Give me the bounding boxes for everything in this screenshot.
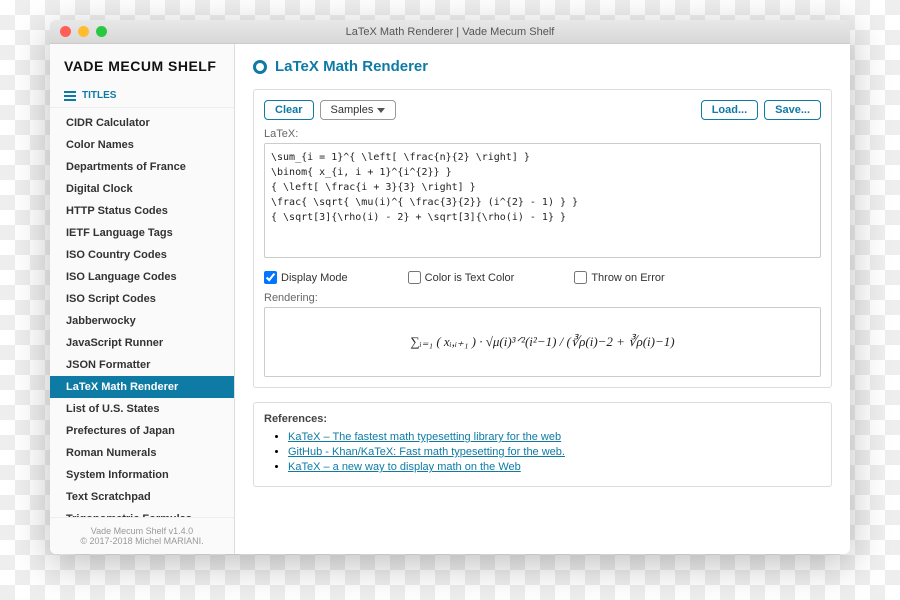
sidebar-heading: TITLES — [50, 84, 234, 108]
references-label: References — [264, 413, 821, 425]
load-button[interactable]: Load... — [701, 100, 758, 120]
sidebar-item-15[interactable]: Roman Numerals — [50, 442, 234, 464]
reference-link-1[interactable]: GitHub - Khan/KaTeX: Fast math typesetti… — [288, 446, 565, 458]
reference-item: KaTeX – The fastest math typesetting lib… — [288, 431, 821, 443]
sidebar-item-5[interactable]: IETF Language Tags — [50, 222, 234, 244]
sidebar-item-13[interactable]: List of U.S. States — [50, 398, 234, 420]
reference-item: GitHub - Khan/KaTeX: Fast math typesetti… — [288, 446, 821, 458]
sidebar-item-1[interactable]: Color Names — [50, 134, 234, 156]
rendering-label: Rendering: — [264, 292, 821, 304]
sidebar-item-11[interactable]: JSON Formatter — [50, 354, 234, 376]
sidebar-item-4[interactable]: HTTP Status Codes — [50, 200, 234, 222]
sidebar-heading-label: TITLES — [82, 90, 116, 101]
titlebar: LaTeX Math Renderer | Vade Mecum Shelf — [50, 20, 850, 44]
throw-checkbox[interactable]: Throw on Error — [574, 271, 664, 284]
window-title: LaTeX Math Renderer | Vade Mecum Shelf — [50, 26, 850, 38]
footer: Vade Mecum Shelf v1.4.0 © 2017-2018 Mich… — [50, 517, 234, 554]
samples-button[interactable]: Samples — [320, 100, 397, 120]
options-row: Display Mode Color is Text Color Throw o… — [264, 271, 821, 284]
toolbar: Clear Samples Load... Save... — [264, 100, 821, 120]
sidebar-item-9[interactable]: Jabberwocky — [50, 310, 234, 332]
content: VADE MECUM SHELF TITLES CIDR CalculatorC… — [50, 44, 850, 554]
references-list: KaTeX – The fastest math typesetting lib… — [264, 431, 821, 473]
app-window: LaTeX Math Renderer | Vade Mecum Shelf V… — [50, 20, 850, 554]
page-title: LaTeX Math Renderer — [275, 58, 428, 75]
nav-list: CIDR CalculatorColor NamesDepartments of… — [50, 108, 234, 517]
brand: VADE MECUM SHELF — [50, 44, 234, 84]
rendering-output: ∑ᵢ₌₁ ( xᵢ,ᵢ₊₁ ) · √μ(i)³ᐟ²(i²−1) / (∛ρ(i… — [264, 307, 821, 377]
chevron-down-icon — [377, 108, 385, 113]
color-checkbox[interactable]: Color is Text Color — [408, 271, 515, 284]
save-button[interactable]: Save... — [764, 100, 821, 120]
sidebar-item-12[interactable]: LaTeX Math Renderer — [50, 376, 234, 398]
sidebar-item-16[interactable]: System Information — [50, 464, 234, 486]
sidebar: VADE MECUM SHELF TITLES CIDR CalculatorC… — [50, 44, 235, 554]
page-header: LaTeX Math Renderer — [253, 58, 832, 75]
references-panel: References KaTeX – The fastest math type… — [253, 402, 832, 487]
editor-panel: Clear Samples Load... Save... LaTeX: Dis… — [253, 89, 832, 388]
sidebar-item-3[interactable]: Digital Clock — [50, 178, 234, 200]
reference-item: KaTeX – a new way to display math on the… — [288, 461, 821, 473]
target-icon — [253, 60, 267, 74]
menu-icon — [64, 91, 76, 101]
latex-input[interactable] — [264, 143, 821, 258]
copyright-text: © 2017-2018 Michel MARIANI. — [58, 536, 226, 546]
sidebar-item-0[interactable]: CIDR Calculator — [50, 112, 234, 134]
sidebar-item-14[interactable]: Prefectures of Japan — [50, 420, 234, 442]
sidebar-item-2[interactable]: Departments of France — [50, 156, 234, 178]
sidebar-item-18[interactable]: Trigonometric Formulas — [50, 508, 234, 517]
main: LaTeX Math Renderer Clear Samples Load..… — [235, 44, 850, 554]
latex-label: LaTeX: — [264, 128, 821, 140]
sidebar-item-6[interactable]: ISO Country Codes — [50, 244, 234, 266]
sidebar-item-10[interactable]: JavaScript Runner — [50, 332, 234, 354]
clear-button[interactable]: Clear — [264, 100, 314, 120]
rendered-math: ∑ᵢ₌₁ ( xᵢ,ᵢ₊₁ ) · √μ(i)³ᐟ²(i²−1) / (∛ρ(i… — [410, 334, 674, 350]
sidebar-item-7[interactable]: ISO Language Codes — [50, 266, 234, 288]
reference-link-2[interactable]: KaTeX – a new way to display math on the… — [288, 461, 521, 473]
version-text: Vade Mecum Shelf v1.4.0 — [58, 526, 226, 536]
display-mode-checkbox[interactable]: Display Mode — [264, 271, 348, 284]
samples-label: Samples — [331, 104, 374, 116]
sidebar-item-8[interactable]: ISO Script Codes — [50, 288, 234, 310]
reference-link-0[interactable]: KaTeX – The fastest math typesetting lib… — [288, 431, 561, 443]
sidebar-item-17[interactable]: Text Scratchpad — [50, 486, 234, 508]
